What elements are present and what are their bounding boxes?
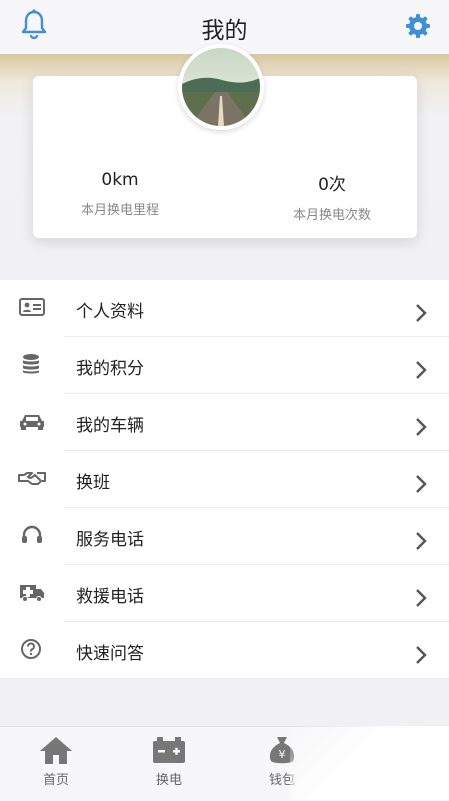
mileage-label: 本月换电里程 bbox=[80, 203, 159, 218]
menu-item-service-phone[interactable]: 服务电话 bbox=[0, 508, 449, 565]
tab-swap[interactable]: 换电 bbox=[124, 735, 214, 788]
mileage-value: 0km bbox=[101, 170, 139, 190]
chevron-right-icon bbox=[416, 475, 427, 493]
menu-label: 救援电话 bbox=[76, 587, 144, 607]
home-icon bbox=[40, 737, 72, 764]
chevron-right-icon bbox=[416, 304, 427, 322]
menu-item-vehicles[interactable]: 我的车辆 bbox=[0, 394, 449, 451]
ambulance-icon bbox=[20, 585, 44, 602]
tab-home[interactable]: 首页 bbox=[11, 735, 101, 788]
question-icon bbox=[21, 639, 41, 659]
stat-swap-count: 0次 本月换电次数 bbox=[252, 170, 412, 223]
menu-item-shift[interactable]: 换班 bbox=[0, 451, 449, 508]
menu-label: 服务电话 bbox=[76, 530, 144, 550]
battery-icon bbox=[153, 737, 185, 763]
chevron-right-icon bbox=[416, 418, 427, 436]
id-card-icon bbox=[19, 298, 45, 316]
menu-list: 个人资料 我的积分 我的车辆 换班 服务电话 救援电话 快速问答 bbox=[0, 280, 449, 679]
tab-label: 首页 bbox=[42, 773, 69, 788]
swap-count-label: 本月换电次数 bbox=[292, 208, 371, 223]
menu-label: 我的积分 bbox=[76, 359, 144, 379]
menu-item-faq[interactable]: 快速问答 bbox=[0, 622, 449, 679]
headset-icon bbox=[22, 525, 42, 543]
chevron-right-icon bbox=[416, 589, 427, 607]
menu-label: 换班 bbox=[76, 473, 110, 493]
handshake-icon bbox=[18, 472, 46, 485]
avatar-image bbox=[182, 48, 260, 126]
gear-icon[interactable] bbox=[400, 6, 436, 42]
menu-item-profile[interactable]: 个人资料 bbox=[0, 280, 449, 337]
car-icon bbox=[20, 415, 44, 430]
chevron-right-icon bbox=[416, 532, 427, 550]
menu-label: 快速问答 bbox=[76, 644, 144, 664]
menu-item-points[interactable]: 我的积分 bbox=[0, 337, 449, 394]
stat-mileage: 0km 本月换电里程 bbox=[40, 170, 200, 218]
page-title: 我的 bbox=[201, 18, 248, 44]
menu-item-rescue-phone[interactable]: 救援电话 bbox=[0, 565, 449, 622]
chevron-right-icon bbox=[416, 646, 427, 664]
chevron-right-icon bbox=[416, 361, 427, 379]
svg-text:¥: ¥ bbox=[279, 748, 286, 761]
menu-label: 个人资料 bbox=[76, 302, 144, 322]
avatar[interactable] bbox=[178, 44, 264, 130]
swap-count-value: 0次 bbox=[318, 175, 346, 195]
tab-label: 换电 bbox=[155, 773, 182, 788]
divider bbox=[0, 678, 449, 679]
menu-label: 我的车辆 bbox=[76, 416, 144, 436]
watermark-fade bbox=[290, 726, 449, 800]
coins-stack-icon bbox=[23, 354, 39, 374]
